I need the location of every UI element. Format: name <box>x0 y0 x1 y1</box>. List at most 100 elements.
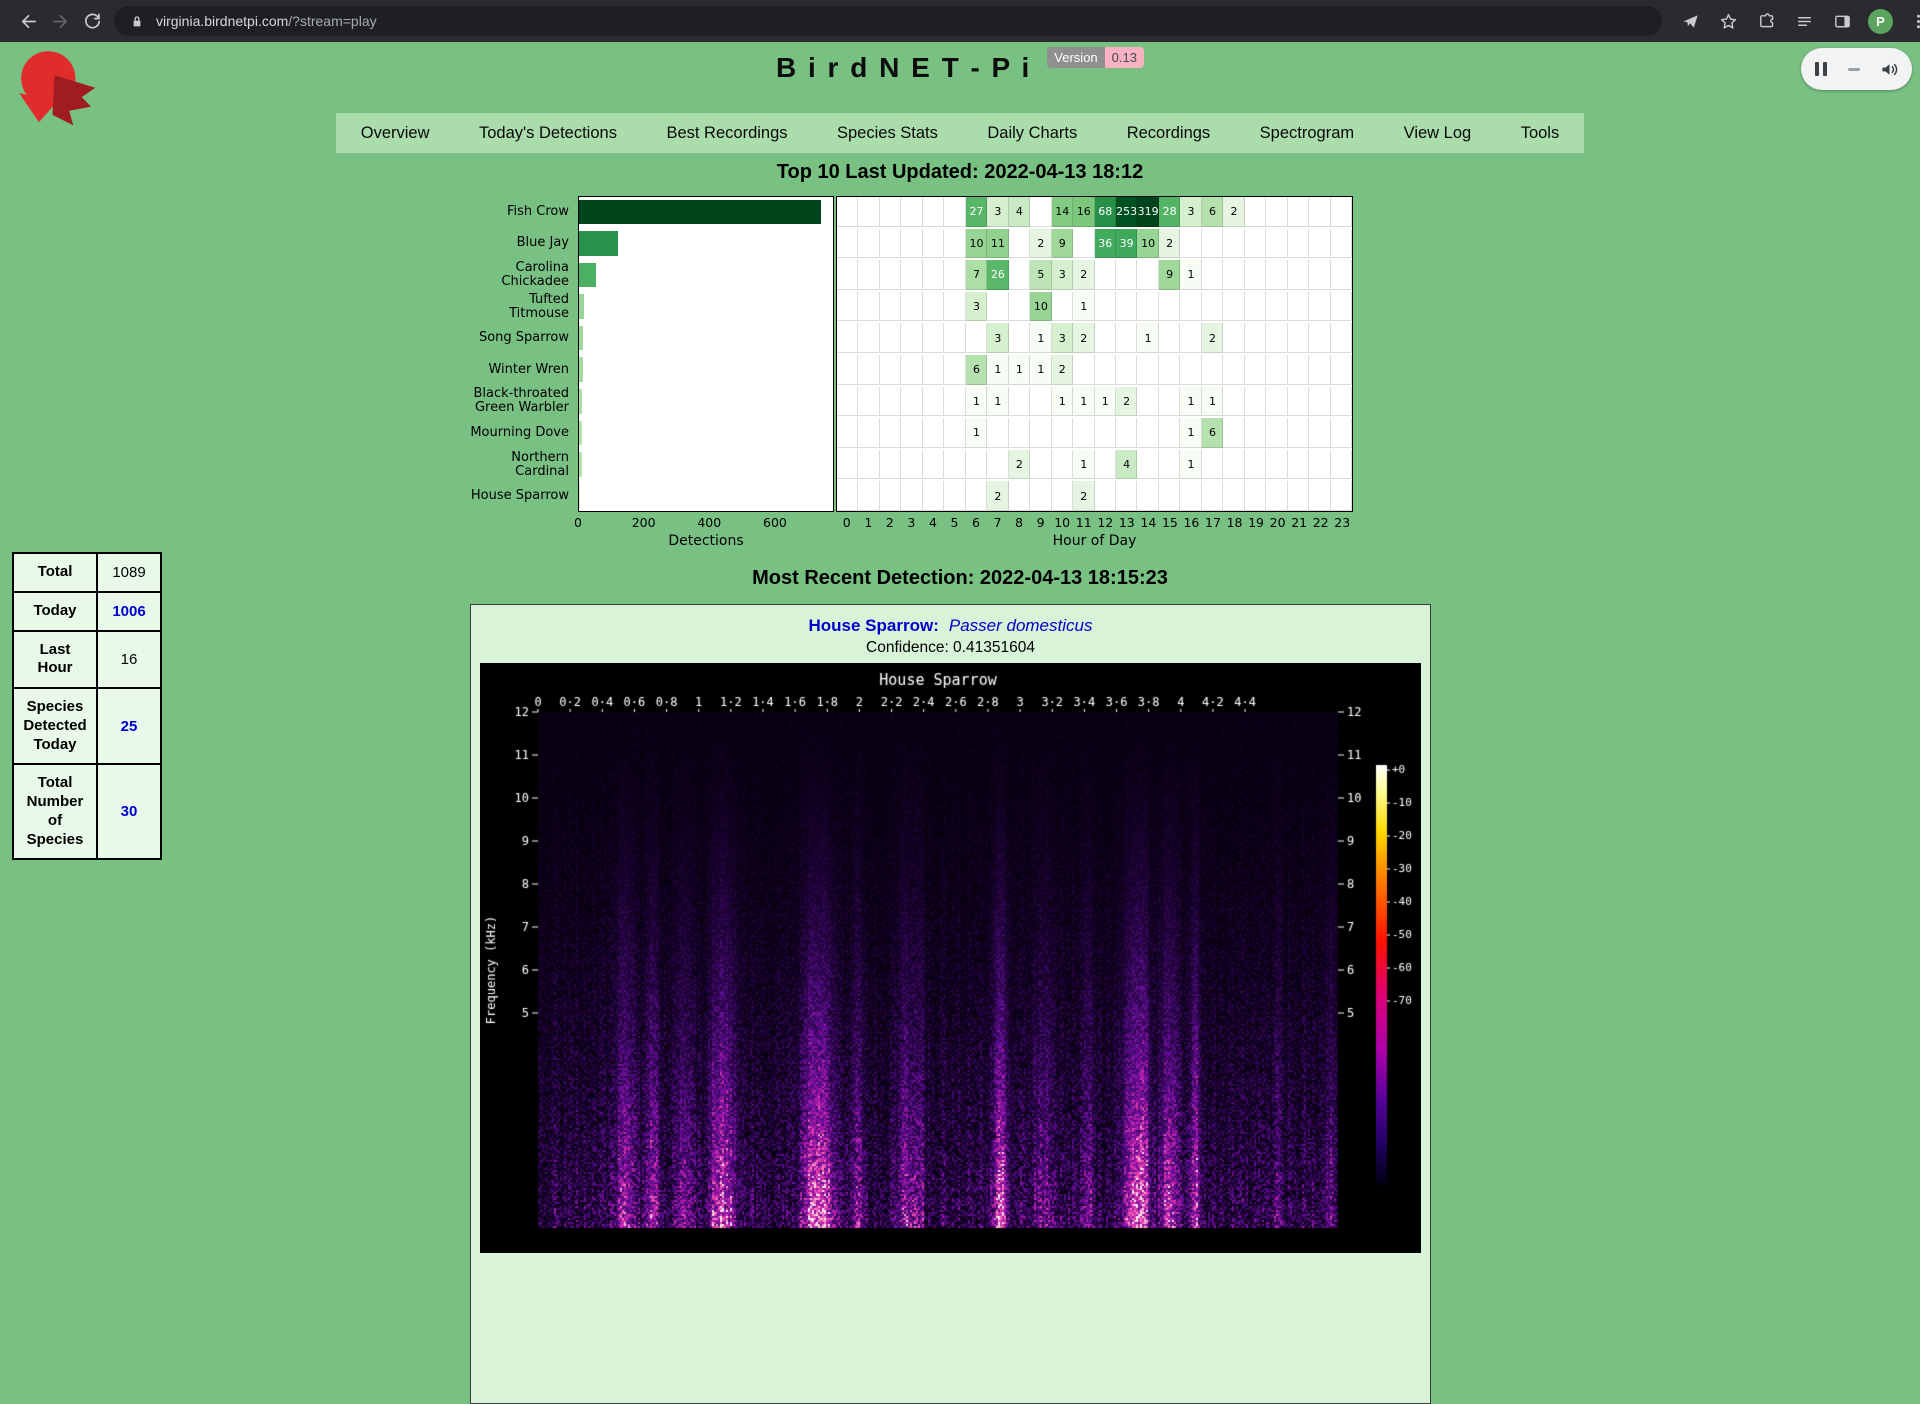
nav-item-view-log[interactable]: View Log <box>1400 124 1476 143</box>
reload-button[interactable] <box>76 5 108 37</box>
heatmap-cell <box>1030 481 1051 511</box>
heatmap-cell <box>1180 323 1201 353</box>
heatmap-cell <box>944 387 965 417</box>
heatmap-cell: 5 <box>1030 260 1051 290</box>
chart-species-label: NorthernCardinal <box>468 449 578 481</box>
heatmap-cell <box>880 355 901 385</box>
stats-value: 16 <box>97 631 161 689</box>
audio-player[interactable] <box>1801 48 1912 90</box>
reading-list-icon[interactable] <box>1792 9 1817 34</box>
heatmap-cell <box>1159 387 1180 417</box>
nav-item-overview[interactable]: Overview <box>357 124 434 143</box>
heatmap-row: 22 <box>836 480 1353 512</box>
nav-item-today-s-detections[interactable]: Today's Detections <box>475 124 621 143</box>
heatmap-cell <box>1095 260 1116 290</box>
lock-icon[interactable] <box>128 12 146 30</box>
heatmap-cell <box>1009 387 1030 417</box>
stats-value[interactable]: 25 <box>97 688 161 764</box>
heatmap-cell: 1 <box>1009 355 1030 385</box>
heatmap-cell <box>1116 260 1137 290</box>
send-extension-icon[interactable] <box>1678 9 1703 34</box>
detection-title: House Sparrow:Passer domesticus <box>471 615 1430 636</box>
bar-cell <box>578 322 834 354</box>
heatmap-cell <box>1245 197 1266 227</box>
heatmap-cell <box>1245 260 1266 290</box>
nav-item-species-stats[interactable]: Species Stats <box>833 124 942 143</box>
url-text: virginia.birdnetpi.com/?stream=play <box>156 13 377 29</box>
volume-button[interactable] <box>1880 61 1899 78</box>
heatmap-cell <box>1009 260 1030 290</box>
detection-confidence: Confidence: 0.41351604 <box>471 638 1430 658</box>
chart-rows: Fish Crow273414166825331928362Blue Jay10… <box>468 196 1353 512</box>
nav-item-best-recordings[interactable]: Best Recordings <box>662 124 791 143</box>
address-bar[interactable]: virginia.birdnetpi.com/?stream=play <box>114 6 1662 36</box>
nav-item-recordings[interactable]: Recordings <box>1123 124 1214 143</box>
heatmap-cell: 1 <box>1073 450 1094 480</box>
nav-item-spectrogram[interactable]: Spectrogram <box>1256 124 1358 143</box>
stats-row: Species Detected Today25 <box>13 688 161 764</box>
page-title: B i r d N E T - P iVersion0.13 <box>0 47 1920 84</box>
heatmap-cell <box>1331 355 1352 385</box>
heatmap-cell: 10 <box>966 229 987 259</box>
heatmap-cell: 3 <box>1052 260 1073 290</box>
stats-row: Last Hour16 <box>13 631 161 689</box>
heatmap-cell <box>1288 450 1309 480</box>
heatmap-row: 313212 <box>836 322 1353 354</box>
heatmap-cell: 1 <box>1180 450 1201 480</box>
nav-item-daily-charts[interactable]: Daily Charts <box>983 124 1081 143</box>
heatmap-cell: 1 <box>1202 387 1223 417</box>
pause-button[interactable] <box>1814 61 1828 77</box>
hour-axis-tick: 17 <box>1205 515 1221 530</box>
stats-label: Today <box>13 592 97 631</box>
heatmap-cell <box>1052 481 1073 511</box>
heatmap-cell <box>880 418 901 448</box>
heatmap-cell <box>1137 260 1158 290</box>
nav-item-tools[interactable]: Tools <box>1517 124 1564 143</box>
side-panel-icon[interactable] <box>1830 9 1855 34</box>
bar-cell <box>578 259 834 291</box>
heatmap-cell <box>1266 387 1287 417</box>
bookmark-star-icon[interactable] <box>1716 9 1741 34</box>
heatmap-cell <box>923 355 944 385</box>
heatmap-cell <box>901 292 922 322</box>
heatmap-cell <box>1223 292 1244 322</box>
extensions-puzzle-icon[interactable] <box>1754 9 1779 34</box>
version-value: 0.13 <box>1105 47 1144 68</box>
heatmap-cell <box>1245 229 1266 259</box>
heatmap-cell <box>837 450 858 480</box>
heatmap-cell <box>1331 197 1352 227</box>
bar-axis-label: Detections <box>668 533 743 549</box>
heatmap-cell <box>1202 292 1223 322</box>
url-domain: virginia.birdnetpi.com <box>156 13 288 29</box>
profile-avatar[interactable]: P <box>1868 9 1893 34</box>
stats-value[interactable]: 1006 <box>97 592 161 631</box>
back-button[interactable] <box>12 5 44 37</box>
heatmap-cell: 3 <box>987 323 1008 353</box>
stats-label: Last Hour <box>13 631 97 689</box>
heatmap-cell <box>1266 450 1287 480</box>
heatmap-cell <box>987 292 1008 322</box>
hour-axis-tick: 14 <box>1140 515 1156 530</box>
browser-menu-icon[interactable] <box>1906 9 1920 34</box>
heatmap-cell <box>1309 387 1330 417</box>
stats-value[interactable]: 30 <box>97 764 161 859</box>
heatmap-cell <box>1180 355 1201 385</box>
heatmap-cell <box>923 197 944 227</box>
heatmap-cell <box>901 260 922 290</box>
heatmap-cell <box>901 450 922 480</box>
detection-common-name[interactable]: House Sparrow: <box>809 616 939 635</box>
stats-table: Total1089Today1006Last Hour16Species Det… <box>12 552 162 860</box>
heatmap-cell <box>1288 418 1309 448</box>
heatmap-cell <box>1030 418 1051 448</box>
chart-row: Black-throatedGreen Warbler11111211 <box>468 386 1353 418</box>
heatmap-cell <box>858 355 879 385</box>
heatmap-cell: 39 <box>1116 229 1137 259</box>
forward-button[interactable] <box>44 5 76 37</box>
heatmap-cell <box>1202 355 1223 385</box>
heatmap-cell <box>1288 229 1309 259</box>
hour-axis-tick: 9 <box>1037 515 1045 530</box>
heatmap-cell: 1 <box>1180 387 1201 417</box>
chart-row: Tufted Titmouse3101 <box>468 291 1353 323</box>
heatmap-cell <box>923 418 944 448</box>
bar-cell <box>578 417 834 449</box>
